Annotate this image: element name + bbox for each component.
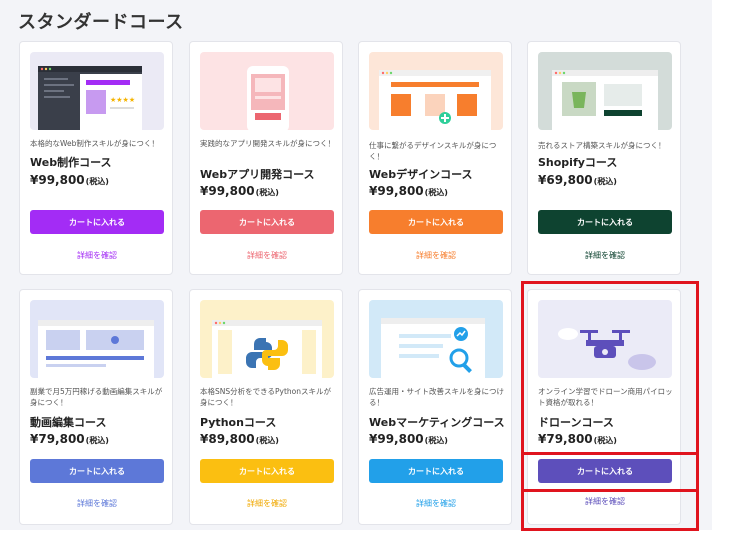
course-tagline: 仕事に繋がるデザインスキルが身につく！ [369, 141, 497, 161]
shopify-store-illustration [538, 52, 672, 130]
web-production-illustration: ★★★★ [30, 52, 164, 130]
web-marketing-illustration [369, 300, 503, 378]
course-tagline: 売れるストア構築スキルが身につく！ [538, 141, 666, 150]
course-price: ¥99,800(税込) [200, 184, 279, 198]
add-to-cart-button[interactable]: カートに入れる [200, 459, 334, 483]
course-name: Shopifyコース [538, 156, 618, 169]
course-name: Webアプリ開発コース [200, 168, 315, 181]
view-details-link[interactable]: 詳細を確認 [30, 498, 164, 509]
highlight-drone-card [521, 281, 699, 455]
add-to-cart-button[interactable]: カートに入れる [30, 459, 164, 483]
view-details-link[interactable]: 詳細を確認 [538, 250, 672, 261]
course-tagline: 本格的なWeb制作スキルが身につく！ [30, 139, 159, 148]
course-name: Webマーケティングコース [369, 416, 505, 429]
course-tagline: 副業で月5万円稼げる動画編集スキルが身につく！ [30, 387, 163, 407]
highlight-drone-details-link [521, 489, 699, 531]
page-title: スタンダードコース [18, 12, 184, 33]
course-tagline: 広告運用・サイト改善スキルを身につける！ [369, 387, 504, 407]
course-price: ¥69,800(税込) [538, 173, 617, 187]
view-details-link[interactable]: 詳細を確認 [200, 498, 334, 509]
course-name: 動画編集コース [30, 416, 107, 429]
view-details-link[interactable]: 詳細を確認 [200, 250, 334, 261]
add-to-cart-button[interactable]: カートに入れる [538, 210, 672, 234]
course-card-web-design: 仕事に繋がるデザインスキルが身につく！ Webデザインコース ¥99,800(税… [358, 41, 512, 275]
course-card-web-app: 実践的なアプリ開発スキルが身につく！ Webアプリ開発コース ¥99,800(税… [189, 41, 343, 275]
course-name: Pythonコース [200, 416, 277, 429]
view-details-link[interactable]: 詳細を確認 [369, 498, 503, 509]
view-details-link[interactable]: 詳細を確認 [369, 250, 503, 261]
view-details-link[interactable]: 詳細を確認 [30, 250, 164, 261]
course-tagline: 実践的なアプリ開発スキルが身につく！ [200, 139, 335, 148]
highlight-drone-cart-button [521, 452, 699, 492]
course-card-web-marketing: 広告運用・サイト改善スキルを身につける！ Webマーケティングコース ¥99,8… [358, 289, 512, 525]
add-to-cart-button[interactable]: カートに入れる [369, 459, 503, 483]
course-price: ¥99,800(税込) [30, 173, 109, 187]
svg-text:★★★★: ★★★★ [110, 96, 135, 104]
course-card-python: 本格SNS分析をできるPythonスキルが身につく！ Pythonコース ¥89… [189, 289, 343, 525]
course-card-video-editing: 副業で月5万円稼げる動画編集スキルが身につく！ 動画編集コース ¥79,800(… [19, 289, 173, 525]
course-card-shopify: 売れるストア構築スキルが身につく！ Shopifyコース ¥69,800(税込)… [527, 41, 681, 275]
web-design-illustration [369, 52, 503, 130]
python-illustration [200, 300, 334, 378]
mobile-app-illustration [200, 52, 334, 130]
course-name: Webデザインコース [369, 168, 473, 181]
add-to-cart-button[interactable]: カートに入れる [30, 210, 164, 234]
video-editing-illustration [30, 300, 164, 378]
course-card-web-production: ★★★★ 本格的なWeb制作スキルが身につく！ Web制作コース ¥99,800… [19, 41, 173, 275]
course-price: ¥99,800(税込) [369, 184, 448, 198]
course-price: ¥99,800(税込) [369, 432, 448, 446]
course-price: ¥89,800(税込) [200, 432, 279, 446]
add-to-cart-button[interactable]: カートに入れる [369, 210, 503, 234]
course-tagline: 本格SNS分析をできるPythonスキルが身につく！ [200, 387, 331, 407]
course-name: Web制作コース [30, 156, 112, 169]
course-price: ¥79,800(税込) [30, 432, 109, 446]
add-to-cart-button[interactable]: カートに入れる [200, 210, 334, 234]
